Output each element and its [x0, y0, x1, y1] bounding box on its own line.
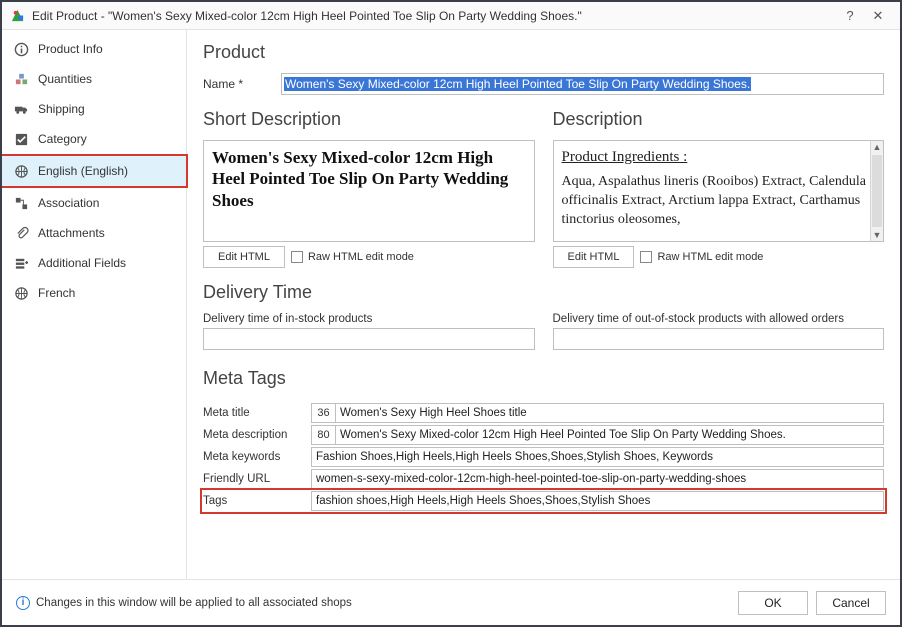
- sidebar-item-label: Category: [38, 132, 87, 146]
- sidebar-item-product-info[interactable]: Product Info: [2, 34, 186, 64]
- meta-desc-counter: 80: [311, 425, 335, 445]
- tags-input[interactable]: fashion shoes,High Heels,High Heels Shoe…: [311, 491, 884, 511]
- checkbox-box: [291, 251, 303, 263]
- name-input[interactable]: Women's Sexy Mixed-color 12cm High Heel …: [281, 73, 884, 95]
- edit-product-window: Edit Product - "Women's Sexy Mixed-color…: [0, 0, 902, 627]
- boxes-icon: [12, 72, 30, 87]
- delivery-oos-label: Delivery time of out-of-stock products w…: [553, 313, 885, 325]
- short-desc-content: Women's Sexy Mixed-color 12cm High Heel …: [212, 148, 508, 210]
- meta-title-counter: 36: [311, 403, 335, 423]
- sidebar-item-shipping[interactable]: Shipping: [2, 94, 186, 124]
- window-title: Edit Product - "Women's Sexy Mixed-color…: [32, 9, 836, 23]
- truck-icon: [12, 102, 30, 117]
- desc-ingredients-title: Product Ingredients :: [562, 147, 870, 167]
- assoc-icon: [12, 196, 30, 211]
- scroll-up-icon: ▲: [873, 141, 882, 153]
- sidebar-item-attachments[interactable]: Attachments: [2, 218, 186, 248]
- sidebar-item-category[interactable]: Category: [2, 124, 186, 154]
- meta-title-label: Meta title: [203, 407, 311, 419]
- app-icon: [10, 8, 26, 24]
- sidebar-item-label: French: [38, 286, 75, 300]
- tags-label: Tags: [203, 495, 311, 507]
- product-heading: Product: [203, 42, 884, 63]
- sidebar-item-additional-fields[interactable]: Additional Fields: [2, 248, 186, 278]
- sidebar-item-quantities[interactable]: Quantities: [2, 64, 186, 94]
- delivery-instock-label: Delivery time of in-stock products: [203, 313, 535, 325]
- info-icon: i: [16, 596, 30, 610]
- close-button[interactable]: ✕: [864, 8, 892, 24]
- sidebar-item-label: Product Info: [38, 42, 103, 56]
- paperclip-icon: [12, 226, 30, 241]
- main-panel: Product Name * Women's Sexy Mixed-color …: [187, 30, 900, 579]
- edit-html-button-short[interactable]: Edit HTML: [203, 246, 285, 268]
- short-desc-heading: Short Description: [203, 109, 535, 130]
- edit-html-button-long[interactable]: Edit HTML: [553, 246, 635, 268]
- name-value: Women's Sexy Mixed-color 12cm High Heel …: [284, 77, 751, 91]
- check-icon: [12, 132, 30, 147]
- friendly-url-label: Friendly URL: [203, 473, 311, 485]
- delivery-instock-input[interactable]: [203, 328, 535, 350]
- delivery-heading: Delivery Time: [203, 282, 884, 303]
- raw-html-checkbox-long[interactable]: Raw HTML edit mode: [640, 251, 763, 263]
- name-label: Name *: [203, 77, 281, 91]
- ok-button[interactable]: OK: [738, 591, 808, 615]
- sidebar-item-association[interactable]: Association: [2, 188, 186, 218]
- meta-keywords-input[interactable]: Fashion Shoes,High Heels,High Heels Shoe…: [311, 447, 884, 467]
- raw-html-checkbox-short[interactable]: Raw HTML edit mode: [291, 251, 414, 263]
- meta-desc-label: Meta description: [203, 429, 311, 441]
- titlebar: Edit Product - "Women's Sexy Mixed-color…: [2, 2, 900, 30]
- sidebar-item-label: Quantities: [38, 72, 92, 86]
- meta-title-input[interactable]: Women's Sexy High Heel Shoes title: [335, 403, 884, 423]
- scroll-down-icon: ▼: [873, 229, 882, 241]
- sidebar-item-label: Association: [38, 196, 99, 210]
- info-icon: [12, 42, 30, 57]
- desc-content: Aqua, Aspalathus lineris (Rooibos) Extra…: [562, 174, 866, 227]
- fields-icon: [12, 256, 30, 271]
- sidebar-item-label: Additional Fields: [38, 256, 126, 270]
- cancel-button[interactable]: Cancel: [816, 591, 886, 615]
- checkbox-box: [640, 251, 652, 263]
- globe-icon: [12, 286, 30, 301]
- meta-keywords-label: Meta keywords: [203, 451, 311, 463]
- meta-desc-input[interactable]: Women's Sexy Mixed-color 12cm High Heel …: [335, 425, 884, 445]
- sidebar-item-label: Shipping: [38, 102, 85, 116]
- footer: i Changes in this window will be applied…: [2, 579, 900, 625]
- desc-scrollbar[interactable]: ▲ ▼: [870, 140, 884, 242]
- desc-heading: Description: [553, 109, 885, 130]
- desc-box[interactable]: Product Ingredients : Aqua, Aspalathus l…: [553, 140, 885, 242]
- help-button[interactable]: ?: [836, 8, 864, 23]
- tags-row-highlight: Tags fashion shoes,High Heels,High Heels…: [203, 491, 884, 511]
- sidebar-item-english[interactable]: English (English): [2, 156, 186, 186]
- scroll-thumb[interactable]: [872, 155, 882, 227]
- friendly-url-input[interactable]: women-s-sexy-mixed-color-12cm-high-heel-…: [311, 469, 884, 489]
- footer-note: i Changes in this window will be applied…: [16, 596, 730, 610]
- globe-icon: [12, 164, 30, 179]
- sidebar-item-label: English (English): [38, 164, 128, 178]
- raw-html-label: Raw HTML edit mode: [308, 251, 414, 263]
- raw-html-label: Raw HTML edit mode: [657, 251, 763, 263]
- sidebar-item-french[interactable]: French: [2, 278, 186, 308]
- footer-note-text: Changes in this window will be applied t…: [36, 597, 352, 609]
- delivery-oos-input[interactable]: [553, 328, 885, 350]
- short-desc-box[interactable]: Women's Sexy Mixed-color 12cm High Heel …: [203, 140, 535, 242]
- sidebar-item-label: Attachments: [38, 226, 105, 240]
- sidebar: Product Info Quantities Shipping Categor…: [2, 30, 187, 579]
- meta-heading: Meta Tags: [203, 368, 884, 389]
